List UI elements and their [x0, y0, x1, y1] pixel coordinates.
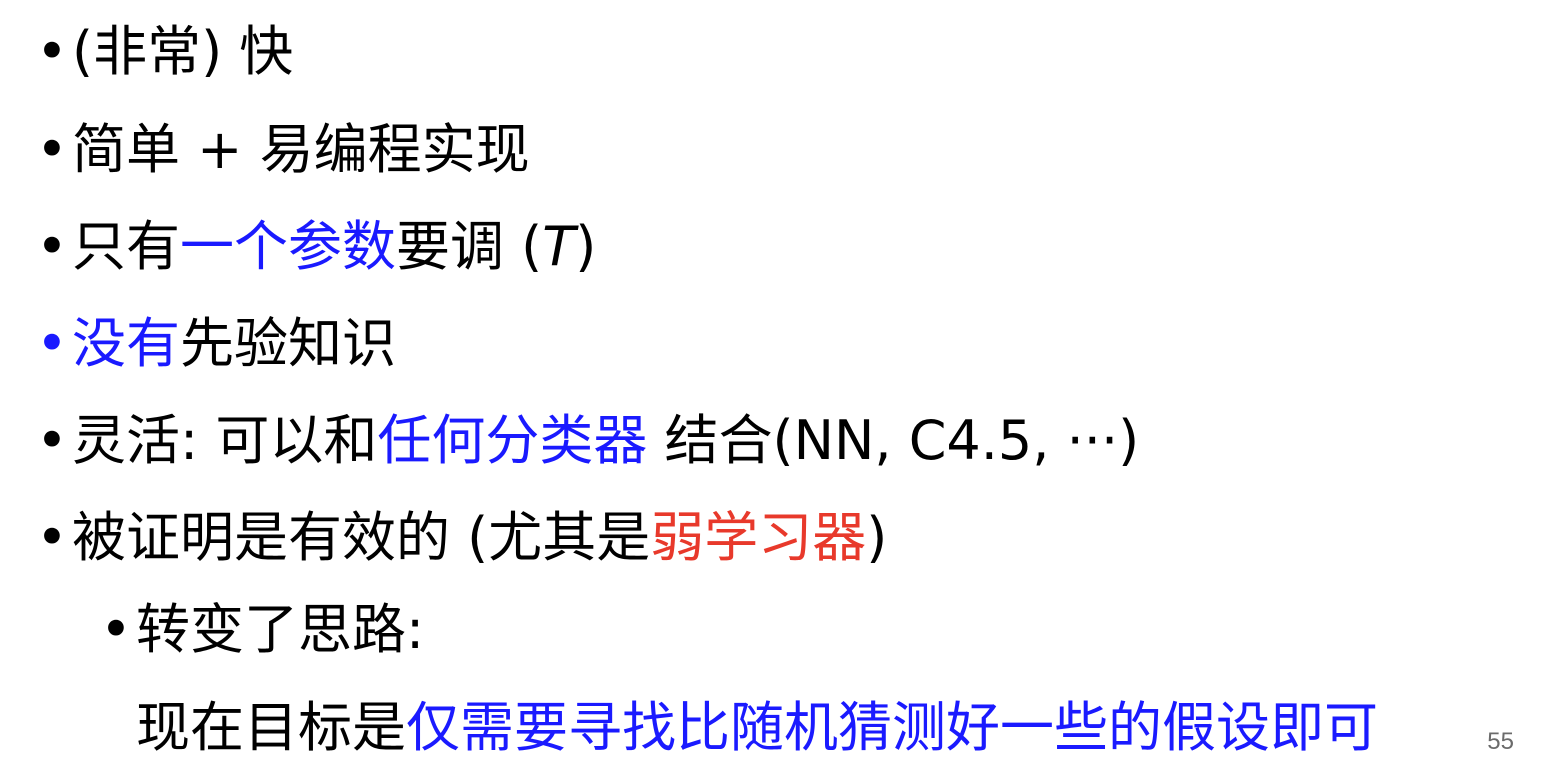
item-text: 被证明是有效的 (尤其是	[72, 506, 651, 569]
bullet-icon: •	[36, 312, 68, 375]
bullet-item-flexible: •灵活: 可以和任何分类器 结合(NN, C4.5, ···)	[36, 401, 1139, 481]
bullet-item-one-parameter: •只有一个参数要调 (T)	[36, 207, 596, 287]
sub-bullet-item: •转变了思路:	[100, 590, 424, 670]
item-highlight: 任何分类器	[377, 409, 648, 472]
bullet-item-simple: •简单 + 易编程实现	[36, 110, 530, 190]
bullet-icon: •	[36, 409, 68, 472]
item-text: 要调 (	[396, 215, 543, 278]
bullet-icon: •	[36, 506, 68, 569]
bullet-icon: •	[36, 215, 68, 278]
sub-bullet-icon: •	[100, 598, 132, 661]
parameter-symbol: T	[542, 215, 576, 278]
bullet-icon: •	[36, 118, 68, 181]
bullet-item-proven-effective: •被证明是有效的 (尤其是弱学习器)	[36, 498, 887, 578]
sub-item-text: 转变了思路:	[136, 598, 425, 661]
item-text: 简单 + 易编程实现	[72, 118, 530, 181]
item-text: 结合(NN, C4.5, ···)	[647, 409, 1140, 472]
bullet-item-no-prior: •没有先验知识	[36, 304, 396, 384]
item-text: )	[575, 215, 597, 278]
item-highlight-red: 弱学习器	[650, 506, 867, 569]
page-number: 55	[1487, 728, 1514, 755]
item-text: 先验知识	[180, 312, 396, 375]
bullet-item-speed: •(非常) 快	[36, 12, 293, 92]
continuation-highlight: 仅需要寻找比随机猜测好一些的假设即可	[406, 696, 1378, 759]
item-highlight: 一个参数	[180, 215, 396, 278]
slide: •(非常) 快 •简单 + 易编程实现 •只有一个参数要调 (T) •没有先验知…	[0, 0, 1548, 776]
item-text: )	[866, 506, 888, 569]
item-highlight: 没有	[72, 312, 180, 375]
item-text: 灵活: 可以和	[72, 409, 378, 472]
item-text: (非常) 快	[72, 20, 294, 83]
sub-item-continuation: 现在目标是仅需要寻找比随机猜测好一些的假设即可	[136, 688, 1378, 768]
bullet-icon: •	[36, 20, 68, 83]
item-text: 只有	[72, 215, 180, 278]
continuation-text: 现在目标是	[136, 696, 406, 759]
